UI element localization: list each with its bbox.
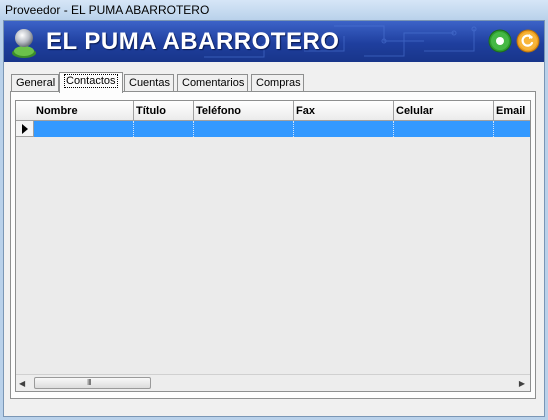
tab-label: Compras xyxy=(256,77,301,89)
row-selector[interactable] xyxy=(16,121,34,137)
column-header-fax[interactable]: Fax xyxy=(294,101,394,120)
tab-contactos[interactable]: Contactos xyxy=(59,72,123,93)
column-header-email[interactable]: Email xyxy=(494,101,530,120)
tab-label: Cuentas xyxy=(129,77,170,89)
title-bar: Proveedor - EL PUMA ABARROTERO xyxy=(0,0,548,20)
tab-label: General xyxy=(16,77,56,89)
header-banner: EL PUMA ABARROTERO xyxy=(4,21,544,62)
tab-compras[interactable]: Compras xyxy=(251,74,304,92)
app-title: EL PUMA ABARROTERO xyxy=(46,28,340,55)
cell-fax[interactable] xyxy=(294,121,394,137)
header-corner xyxy=(16,101,35,120)
horizontal-scrollbar[interactable]: ◀ III ▶ xyxy=(16,374,530,391)
cell-telefono[interactable] xyxy=(194,121,294,137)
column-header-nombre[interactable]: Nombre xyxy=(34,101,134,120)
cell-celular[interactable] xyxy=(394,121,494,137)
cell-titulo[interactable] xyxy=(134,121,194,137)
grid-header: Nombre Título Teléfono Fax Celular Email xyxy=(16,101,530,121)
cell-email[interactable] xyxy=(494,121,530,137)
refresh-button[interactable] xyxy=(516,29,540,53)
current-row-arrow-icon xyxy=(22,124,28,134)
scroll-left-icon[interactable]: ◀ xyxy=(19,379,25,388)
scroll-right-icon[interactable]: ▶ xyxy=(519,379,525,388)
tab-label: Contactos xyxy=(64,74,118,88)
user-icon xyxy=(12,29,36,58)
record-icon xyxy=(496,37,504,45)
column-header-celular[interactable]: Celular xyxy=(394,101,494,120)
tab-label: Comentarios xyxy=(182,77,245,89)
tab-general[interactable]: General xyxy=(11,74,59,92)
scrollbar-grip-icon: III xyxy=(87,378,92,387)
table-row[interactable] xyxy=(34,121,530,137)
cell-nombre[interactable] xyxy=(34,121,134,137)
record-button[interactable] xyxy=(488,29,512,53)
scrollbar-thumb[interactable]: III xyxy=(34,377,151,389)
tab-comentarios[interactable]: Comentarios xyxy=(177,74,248,92)
tab-cuentas[interactable]: Cuentas xyxy=(124,74,174,92)
window-title: Proveedor - EL PUMA ABARROTERO xyxy=(5,3,210,17)
column-header-telefono[interactable]: Teléfono xyxy=(194,101,294,120)
contacts-grid[interactable]: Nombre Título Teléfono Fax Celular Email… xyxy=(15,100,531,392)
column-header-titulo[interactable]: Título xyxy=(134,101,194,120)
